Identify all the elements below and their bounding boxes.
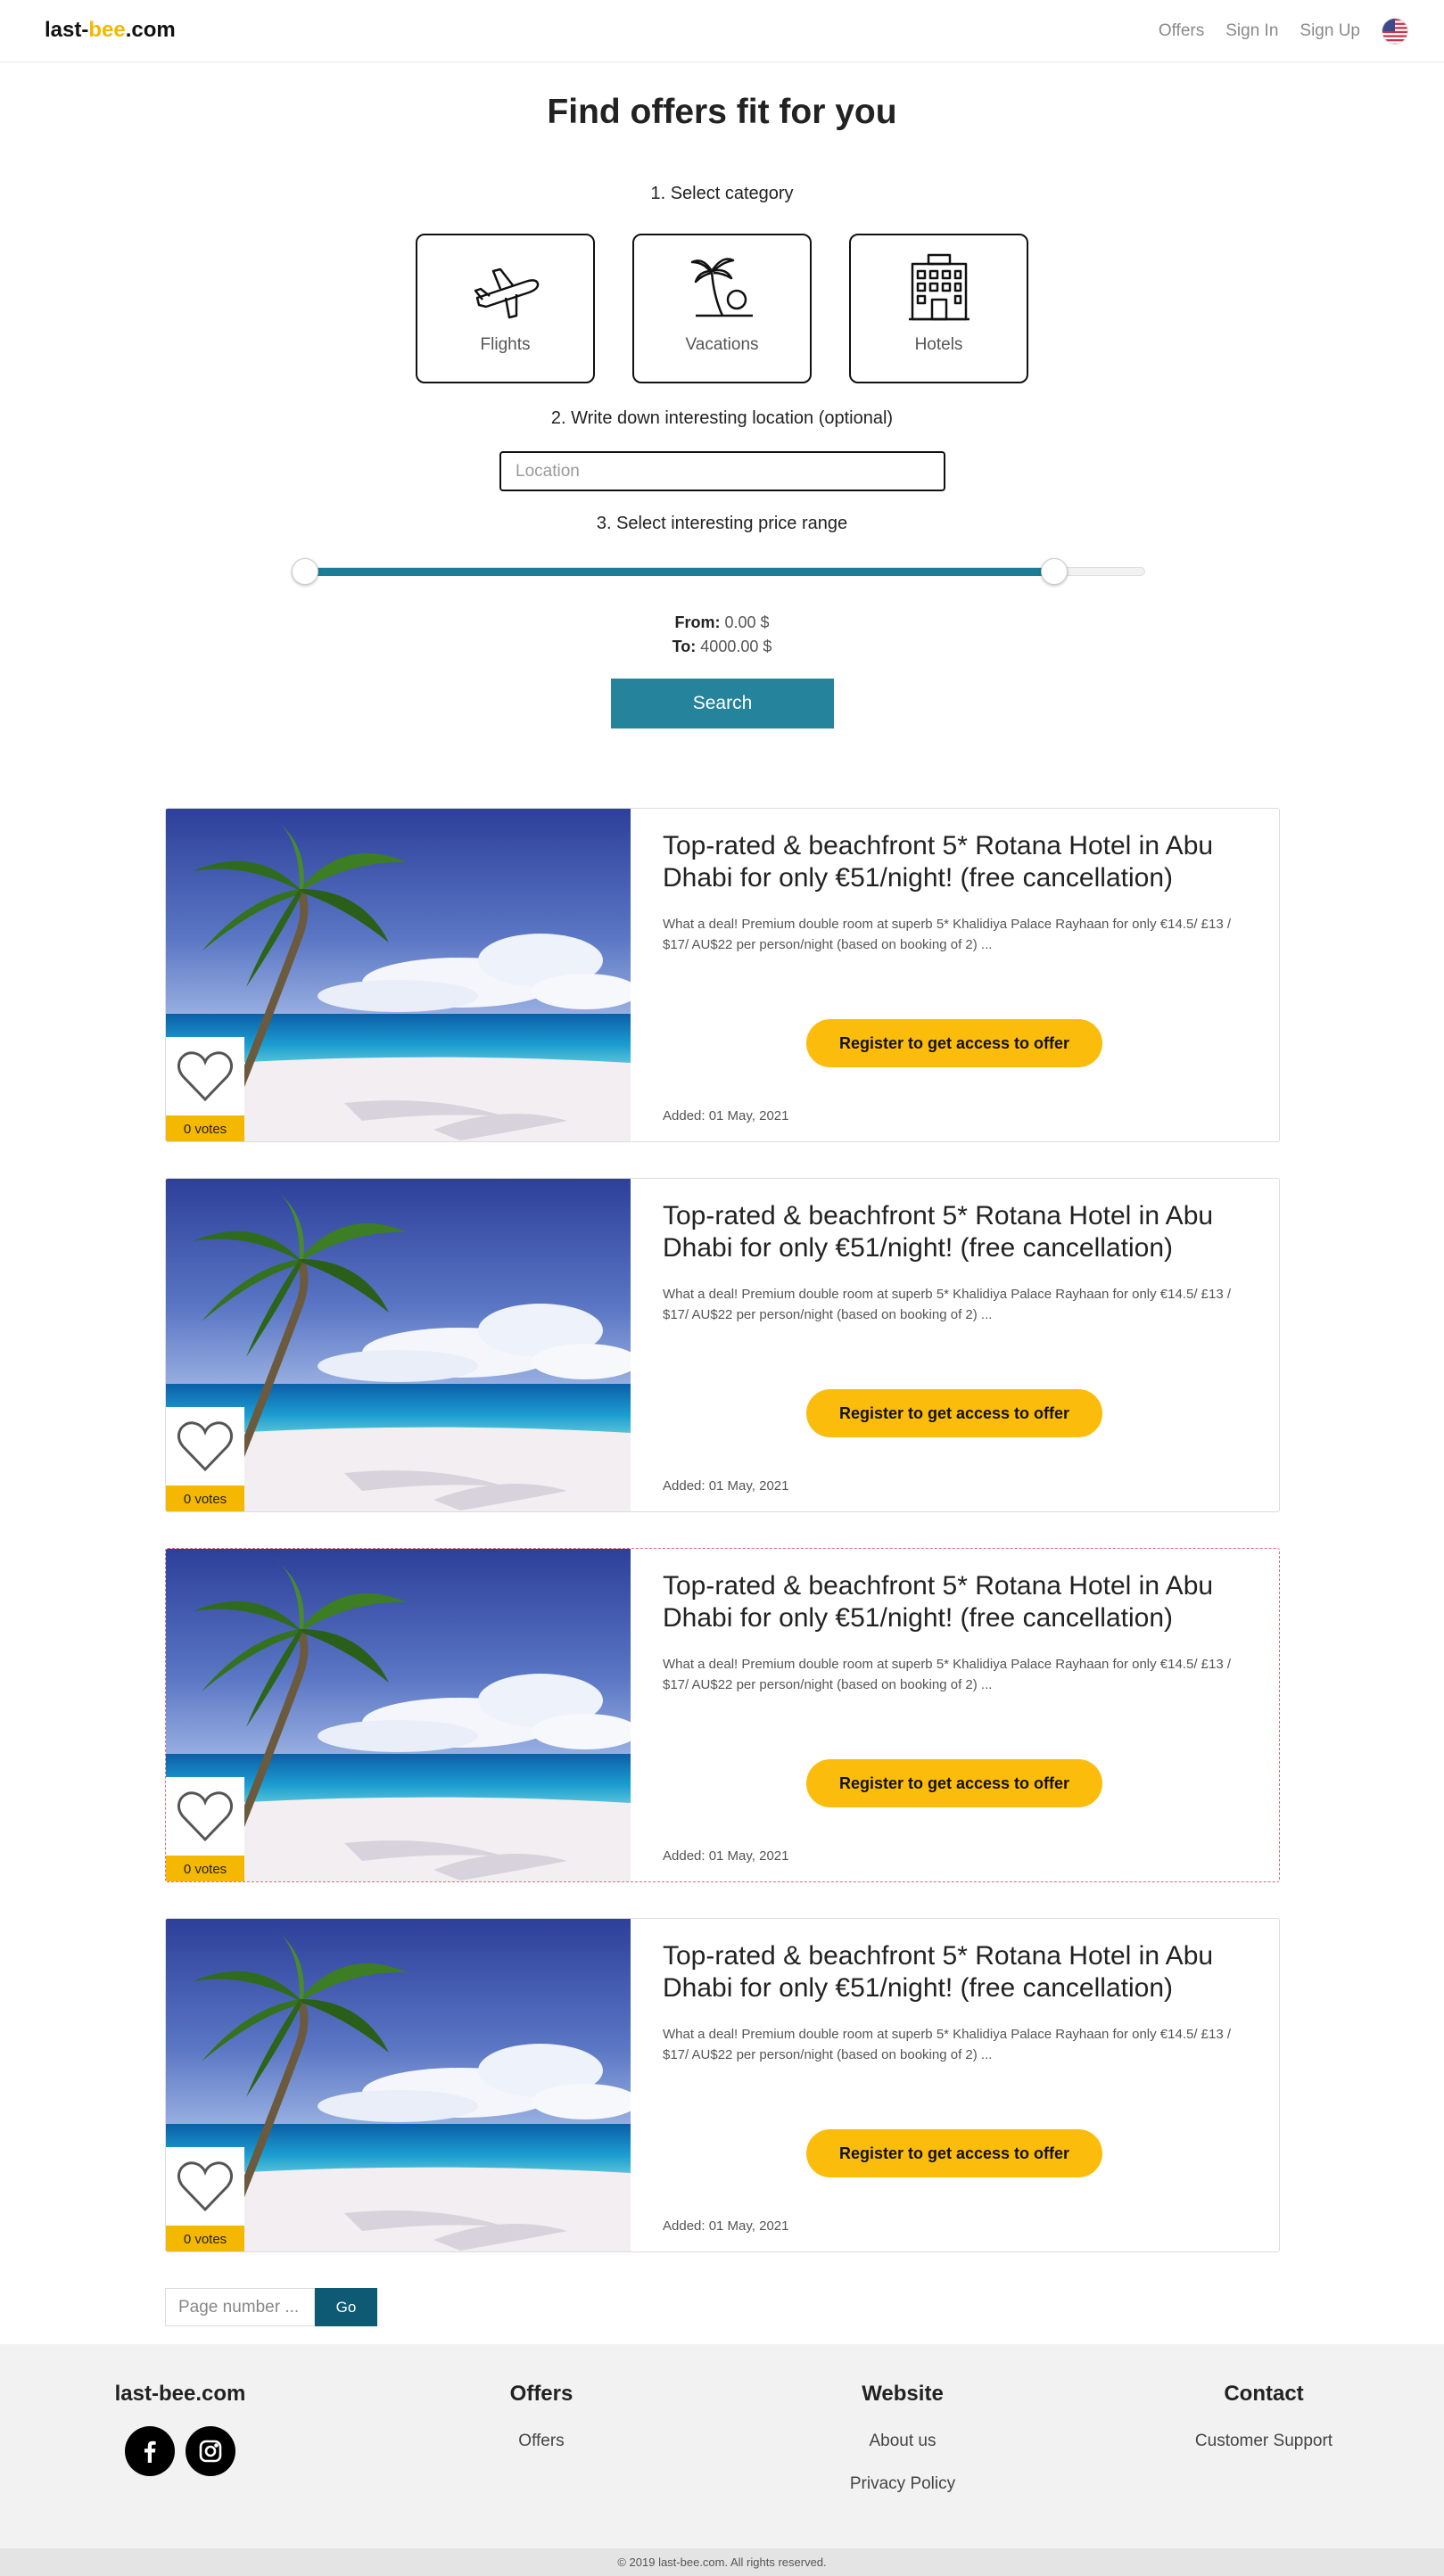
register-offer-button[interactable]: Register to get access to offer bbox=[806, 1389, 1102, 1437]
footer-contact-column: Contact Customer Support bbox=[1157, 2382, 1371, 2474]
category-label: Vacations bbox=[685, 335, 759, 354]
palm-tree-icon bbox=[690, 258, 753, 317]
us-flag-icon[interactable] bbox=[1382, 18, 1408, 45]
offer-title[interactable]: Top-rated & beachfront 5* Rotana Hotel i… bbox=[663, 1570, 1251, 1634]
offer-title[interactable]: Top-rated & beachfront 5* Rotana Hotel i… bbox=[663, 830, 1251, 894]
vote-count: 0 votes bbox=[166, 1856, 244, 1881]
register-offer-button[interactable]: Register to get access to offer bbox=[806, 1759, 1102, 1807]
step-location: 2. Write down interesting location (opti… bbox=[550, 408, 894, 428]
instagram-icon[interactable] bbox=[186, 2426, 235, 2476]
price-to-value: 4000.00 $ bbox=[700, 638, 772, 655]
vote-count: 0 votes bbox=[166, 1115, 244, 1141]
footer-offers-heading: Offers bbox=[509, 2382, 573, 2406]
price-slider-max-handle[interactable] bbox=[1041, 558, 1068, 585]
category-label: Hotels bbox=[914, 335, 963, 354]
offer-added-date: Added: 01 May, 2021 bbox=[663, 2218, 789, 2234]
vote-widget: 0 votes bbox=[166, 1037, 244, 1141]
vote-widget: 0 votes bbox=[166, 1407, 244, 1511]
category-flights[interactable]: Flights bbox=[416, 234, 595, 383]
search-button[interactable]: Search bbox=[611, 679, 834, 728]
vote-count: 0 votes bbox=[166, 2226, 244, 2251]
price-from-value: 0.00 $ bbox=[724, 613, 770, 631]
footer-website-heading: Website bbox=[862, 2382, 944, 2406]
footer: last-bee.com Offers Offers Website About… bbox=[0, 2344, 1444, 2548]
facebook-icon[interactable] bbox=[125, 2426, 175, 2476]
nav-sign-up[interactable]: Sign Up bbox=[1300, 21, 1360, 41]
category-label: Flights bbox=[480, 335, 531, 354]
offer-card[interactable]: 0 votes Top-rated & beachfront 5* Rotana … bbox=[165, 1918, 1280, 2252]
footer-brand: last-bee.com bbox=[114, 2382, 246, 2406]
offer-body: Top-rated & beachfront 5* Rotana Hotel i… bbox=[663, 830, 1251, 955]
offer-added-date: Added: 01 May, 2021 bbox=[663, 1108, 789, 1123]
offer-added-date: Added: 01 May, 2021 bbox=[663, 1478, 789, 1494]
offer-body: Top-rated & beachfront 5* Rotana Hotel i… bbox=[663, 1570, 1251, 1695]
step-select-category: 1. Select category bbox=[650, 184, 794, 203]
site-logo[interactable]: last-bee.com bbox=[45, 18, 176, 43]
offer-body: Top-rated & beachfront 5* Rotana Hotel i… bbox=[663, 1940, 1251, 2065]
price-from: From: 0.00 $ bbox=[674, 613, 770, 631]
offer-card[interactable]: 0 votes Top-rated & beachfront 5* Rotana … bbox=[165, 1548, 1280, 1882]
footer-contact-heading: Contact bbox=[1224, 2382, 1304, 2406]
nav-offers[interactable]: Offers bbox=[1159, 21, 1204, 41]
location-input[interactable] bbox=[499, 451, 945, 491]
offer-description: What a deal! Premium double room at supe… bbox=[663, 917, 1232, 952]
social-links bbox=[73, 2426, 287, 2476]
step-price-range: 3. Select interesting price range bbox=[596, 514, 848, 533]
category-hotels[interactable]: Hotels bbox=[849, 234, 1028, 383]
nav-sign-in[interactable]: Sign In bbox=[1225, 21, 1278, 41]
footer-link-support[interactable]: Customer Support bbox=[1157, 2432, 1371, 2451]
vote-widget: 0 votes bbox=[166, 1777, 244, 1881]
page-title: Find offers fit for you bbox=[547, 93, 897, 131]
go-button[interactable]: Go bbox=[315, 2288, 377, 2326]
price-slider-min-handle[interactable] bbox=[292, 558, 318, 585]
hotel-building-icon bbox=[908, 253, 970, 321]
vote-widget: 0 votes bbox=[166, 2147, 244, 2251]
page-number-input[interactable] bbox=[165, 2288, 315, 2326]
price-to: To: 4000.00 $ bbox=[672, 638, 772, 655]
offer-card[interactable]: 0 votes Top-rated & beachfront 5* Rotana … bbox=[165, 808, 1280, 1142]
register-offer-button[interactable]: Register to get access to offer bbox=[806, 1019, 1102, 1067]
category-selector: Flights Vacations Hotels bbox=[416, 234, 1028, 383]
footer-link-privacy[interactable]: Privacy Policy bbox=[813, 2474, 992, 2494]
footer-link-about[interactable]: About us bbox=[813, 2432, 992, 2451]
heart-icon[interactable] bbox=[176, 2160, 235, 2218]
offer-title[interactable]: Top-rated & beachfront 5* Rotana Hotel i… bbox=[663, 1200, 1251, 1264]
vote-count: 0 votes bbox=[166, 1486, 244, 1511]
footer-brand-column: last-bee.com bbox=[73, 2382, 287, 2476]
footer-link-offers[interactable]: Offers bbox=[452, 2432, 631, 2451]
heart-icon[interactable] bbox=[176, 1049, 235, 1107]
footer-offers-column: Offers Offers bbox=[452, 2382, 631, 2474]
offer-description: What a deal! Premium double room at supe… bbox=[663, 1657, 1232, 1692]
top-navbar: last-bee.com Offers Sign In Sign Up bbox=[0, 0, 1444, 62]
price-slider-range bbox=[305, 568, 1054, 576]
heart-icon[interactable] bbox=[176, 1790, 235, 1848]
offer-added-date: Added: 01 May, 2021 bbox=[663, 1848, 789, 1864]
offer-title[interactable]: Top-rated & beachfront 5* Rotana Hotel i… bbox=[663, 1940, 1251, 2004]
offer-body: Top-rated & beachfront 5* Rotana Hotel i… bbox=[663, 1200, 1251, 1325]
offer-description: What a deal! Premium double room at supe… bbox=[663, 1287, 1232, 1322]
category-vacations[interactable]: Vacations bbox=[632, 234, 812, 383]
main-nav: Offers Sign In Sign Up bbox=[1159, 18, 1408, 45]
offer-card[interactable]: 0 votes Top-rated & beachfront 5* Rotana … bbox=[165, 1178, 1280, 1512]
heart-icon[interactable] bbox=[176, 1420, 235, 1477]
register-offer-button[interactable]: Register to get access to offer bbox=[806, 2129, 1102, 2177]
offer-description: What a deal! Premium double room at supe… bbox=[663, 2027, 1232, 2062]
airplane-icon bbox=[474, 267, 539, 319]
footer-website-column: Website About us Privacy Policy bbox=[813, 2382, 992, 2517]
copyright: © 2019 last-bee.com. All rights reserved… bbox=[0, 2548, 1444, 2576]
